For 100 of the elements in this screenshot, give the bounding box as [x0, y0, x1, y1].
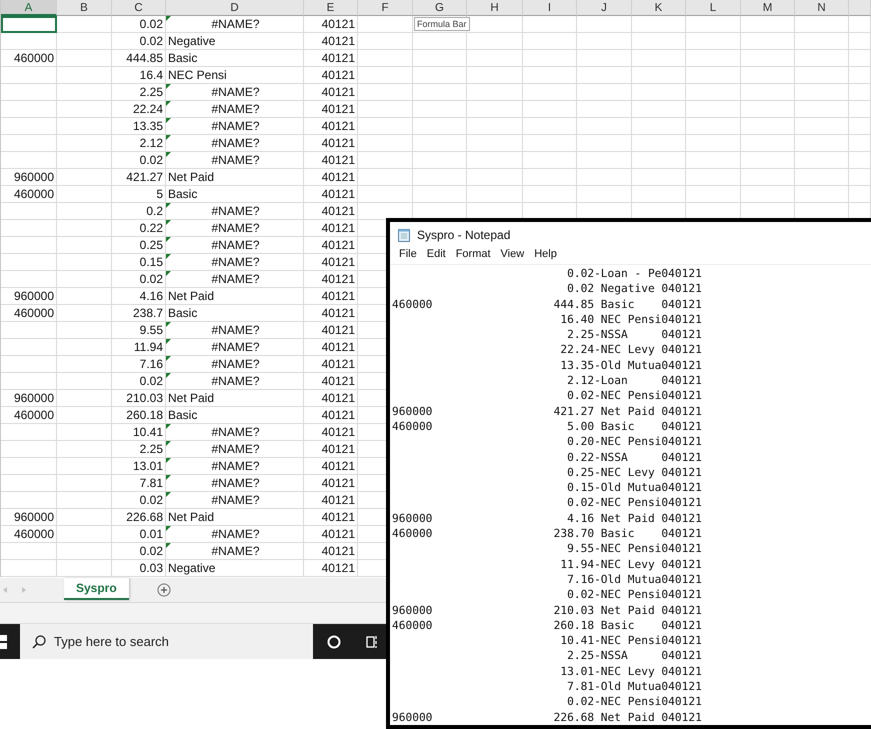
text-line: 460000 444.85 Basic 040121	[392, 296, 702, 312]
table-cell	[57, 254, 112, 271]
table-cell: 0.02	[112, 16, 166, 33]
table-cell: 40121	[304, 305, 358, 322]
column-header[interactable]: G	[413, 0, 467, 16]
table-cell: 2.12	[112, 135, 166, 152]
add-sheet-icon[interactable]	[156, 583, 171, 597]
menu-item[interactable]: Help	[529, 246, 562, 264]
table-cell	[686, 33, 741, 50]
error-flag-icon	[166, 237, 171, 242]
table-cell: 40121	[304, 560, 358, 577]
table-cell	[632, 16, 686, 33]
table-cell	[686, 67, 741, 84]
column-header[interactable]: C	[112, 0, 166, 16]
column-header[interactable]: A	[1, 0, 57, 16]
error-flag-icon	[166, 492, 171, 497]
text-line: 0.02-NEC Pensi040121	[566, 388, 702, 404]
table-cell	[523, 84, 577, 101]
table-cell	[358, 169, 413, 186]
table-cell: 40121	[304, 322, 358, 339]
table-cell	[57, 407, 112, 424]
table-cell: 40121	[304, 509, 358, 526]
table-cell	[57, 135, 112, 152]
table-cell	[849, 169, 871, 186]
sheet-tab[interactable]: Syspro	[64, 578, 129, 600]
text-line: 460000 5.00 Basic 040121	[392, 418, 702, 434]
column-header[interactable]: I	[523, 0, 577, 16]
column-header[interactable]: H	[467, 0, 523, 16]
table-cell	[686, 16, 741, 33]
table-cell: 40121	[304, 271, 358, 288]
column-header[interactable]: M	[741, 0, 795, 16]
error-text: #NAME?	[211, 119, 260, 133]
table-cell: 460000	[1, 305, 57, 322]
table-cell	[57, 509, 112, 526]
circle-icon[interactable]	[327, 634, 341, 648]
table-cell: 10.41	[112, 424, 166, 441]
column-header[interactable]: N	[795, 0, 849, 16]
table-cell	[849, 33, 871, 50]
menu-item[interactable]: Format	[450, 246, 496, 264]
menu-item[interactable]: File	[394, 246, 422, 264]
table-cell	[577, 50, 632, 67]
column-header[interactable]: K	[632, 0, 686, 16]
column-header[interactable]: L	[686, 0, 741, 16]
table-cell	[632, 118, 686, 135]
table-cell: 0.22	[112, 220, 166, 237]
table-cell	[467, 84, 523, 101]
error-text: #NAME?	[211, 357, 260, 371]
table-cell: 22.24	[112, 101, 166, 118]
table-cell	[849, 50, 871, 67]
table-cell	[57, 441, 112, 458]
table-cell: 40121	[304, 33, 358, 50]
error-text: #NAME?	[211, 476, 260, 490]
table-cell: 0.25	[112, 237, 166, 254]
text-line: 16.40 NEC Pensi040121	[559, 312, 702, 328]
menu-item[interactable]: Edit	[422, 246, 451, 264]
table-cell: Basic	[166, 50, 304, 67]
table-cell	[57, 169, 112, 186]
table-cell	[358, 186, 413, 203]
table-cell: 7.81	[112, 475, 166, 492]
table-cell	[741, 84, 795, 101]
column-header[interactable]: E	[304, 0, 358, 16]
task-view-icon[interactable]	[366, 634, 378, 648]
table-cell: 40121	[304, 254, 358, 271]
table-cell	[57, 237, 112, 254]
table-cell	[413, 135, 467, 152]
table-cell: 40121	[304, 101, 358, 118]
error-text: #NAME?	[211, 493, 260, 507]
error-text: #NAME?	[211, 204, 260, 218]
table-cell	[358, 67, 413, 84]
column-header[interactable]: B	[57, 0, 112, 16]
table-cell: 460000	[1, 50, 57, 67]
windows-icon[interactable]	[0, 634, 8, 648]
search-field[interactable]: Type here to search	[20, 624, 313, 659]
table-cell	[849, 118, 871, 135]
table-cell: 4.16	[112, 288, 166, 305]
text-line: 0.02 Negative 040121	[566, 281, 702, 297]
table-cell: 40121	[304, 84, 358, 101]
table-cell	[467, 118, 523, 135]
table-cell: 40121	[304, 16, 358, 33]
table-cell	[795, 101, 849, 118]
table-cell	[467, 169, 523, 186]
menu-item[interactable]: View	[496, 246, 530, 264]
text-line: 960000 226.68 Net Paid 040121	[392, 710, 702, 725]
error-flag-icon	[166, 339, 171, 344]
text-line: 0.25-NEC Levy 040121	[566, 464, 702, 480]
table-cell: 40121	[304, 203, 358, 220]
column-header[interactable]: D	[166, 0, 304, 16]
table-cell	[632, 33, 686, 50]
error-text: #NAME?	[211, 17, 260, 31]
column-header[interactable]: J	[577, 0, 632, 16]
text-line: 0.02-NEC Pensi040121	[566, 694, 702, 710]
table-cell: 40121	[304, 135, 358, 152]
column-header[interactable]: F	[358, 0, 413, 16]
table-cell: 40121	[304, 373, 358, 390]
text-line: 0.15-Old Mutua040121	[566, 480, 702, 496]
table-cell	[849, 135, 871, 152]
table-cell	[741, 118, 795, 135]
table-cell	[795, 33, 849, 50]
table-cell	[686, 50, 741, 67]
table-cell	[413, 84, 467, 101]
